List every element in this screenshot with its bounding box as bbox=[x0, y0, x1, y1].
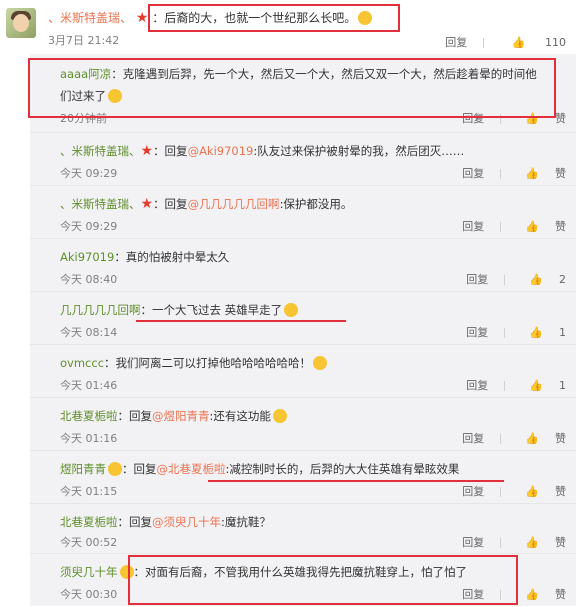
like-count: 赞 bbox=[555, 588, 566, 601]
comment-text: ：我们阿离二可以打掉他哈哈哈哈哈哈！ bbox=[104, 356, 312, 370]
comment-text: ：一个大飞过去 英雄早走了 bbox=[140, 303, 283, 317]
like-count: 1 bbox=[559, 326, 566, 339]
username[interactable]: ovmccc bbox=[60, 356, 104, 370]
reply-button[interactable]: 回复 bbox=[466, 379, 488, 392]
timestamp: 今天 08:40 bbox=[60, 273, 118, 286]
comment-text: ：回复 bbox=[122, 462, 157, 476]
like-icon[interactable]: 👍 bbox=[525, 536, 539, 549]
username[interactable]: Aki97019 bbox=[60, 250, 114, 264]
reply-button[interactable]: 回复 bbox=[462, 432, 484, 445]
like-count: 赞 bbox=[555, 485, 566, 498]
like-icon[interactable]: 👍 bbox=[529, 379, 543, 392]
username[interactable]: 、米斯特盖瑞、 bbox=[60, 197, 141, 211]
like-count: 110 bbox=[545, 36, 566, 49]
like-icon[interactable]: 👍 bbox=[525, 485, 539, 498]
star-icon: ★ bbox=[140, 143, 154, 159]
highlight-box bbox=[28, 58, 556, 118]
avatar[interactable] bbox=[6, 8, 36, 38]
highlight-underline bbox=[208, 480, 504, 482]
like-count: 1 bbox=[559, 379, 566, 392]
comment-text-cont: :魔抗鞋？ bbox=[221, 515, 271, 529]
timestamp: 今天 08:14 bbox=[60, 326, 118, 339]
username[interactable]: 、米斯特盖瑞、 bbox=[48, 11, 132, 25]
like-count: 赞 bbox=[555, 536, 566, 549]
comment-text-cont: :队友过来保护被射晕的我，然后团灭…… bbox=[253, 144, 465, 158]
mention-link[interactable]: @煜阳青青 bbox=[152, 409, 210, 423]
highlight-box bbox=[128, 555, 518, 605]
mention-link[interactable]: @须臾几十年 bbox=[152, 515, 221, 529]
like-icon[interactable]: 👍 bbox=[525, 432, 539, 445]
like-count: 赞 bbox=[555, 112, 566, 125]
action-bar: 回复 👍 110 bbox=[429, 34, 566, 50]
username[interactable]: 北巷夏栀啦 bbox=[60, 515, 118, 529]
like-icon[interactable]: 👍 bbox=[525, 167, 539, 180]
like-icon[interactable]: 👍 bbox=[525, 588, 539, 601]
emoji-icon bbox=[108, 462, 122, 476]
timestamp: 今天 00:52 bbox=[60, 536, 118, 549]
mention-link[interactable]: @北巷夏栀啦 bbox=[157, 462, 226, 476]
timestamp: 今天 01:16 bbox=[60, 432, 118, 445]
mention-link[interactable]: @Aki97019 bbox=[188, 144, 254, 158]
list-item: 、米斯特盖瑞、★：回复@几几几几几回啊:保护都没用。 今天 09:29 回复 👍 赞 bbox=[30, 185, 576, 239]
mention-link[interactable]: @几几几几几回啊 bbox=[188, 197, 280, 211]
reply-button[interactable]: 回复 bbox=[462, 167, 484, 180]
highlight-underline bbox=[136, 320, 346, 322]
username[interactable]: 煜阳青青 bbox=[60, 462, 106, 476]
comment-text-cont: :减控制时长的，后羿的大大住英雄有晕眩效果 bbox=[225, 462, 460, 476]
comment-text: ：真的怕被射中晕太久 bbox=[114, 250, 230, 264]
username[interactable]: 须臾几十年 bbox=[60, 565, 118, 579]
list-item: 煜阳青青 ：回复@北巷夏栀啦:减控制时长的，后羿的大大住英雄有晕眩效果 今天 01… bbox=[30, 450, 576, 504]
list-item: 几几几几几回啊：一个大飞过去 英雄早走了 今天 08:14 回复 👍 1 bbox=[30, 291, 576, 345]
timestamp: 3月7日 21:42 bbox=[48, 34, 120, 47]
timestamp: 今天 00:30 bbox=[60, 588, 118, 601]
star-icon: ★ bbox=[135, 10, 149, 26]
list-item: Aki97019：真的怕被射中晕太久 今天 08:40 回复 👍 2 bbox=[30, 238, 576, 292]
list-item: ovmccc：我们阿离二可以打掉他哈哈哈哈哈哈！ 今天 01:46 回复 👍 1 bbox=[30, 344, 576, 398]
emoji-icon bbox=[313, 356, 328, 370]
like-icon[interactable]: 👍 bbox=[512, 36, 526, 49]
reply-button[interactable]: 回复 bbox=[466, 326, 488, 339]
comment-text: ：回复 bbox=[117, 409, 153, 423]
timestamp: 今天 09:29 bbox=[60, 220, 118, 233]
list-item: 北巷夏栀啦：回复@煜阳青青:还有这功能 今天 01:16 回复 👍 赞 bbox=[30, 397, 576, 451]
reply-button[interactable]: 回复 bbox=[445, 36, 467, 49]
username[interactable]: 、米斯特盖瑞、 bbox=[60, 144, 141, 158]
emoji-icon bbox=[284, 303, 299, 317]
reply-button[interactable]: 回复 bbox=[462, 220, 484, 233]
highlight-box bbox=[148, 4, 400, 32]
reply-button[interactable]: 回复 bbox=[462, 536, 484, 549]
timestamp: 今天 01:46 bbox=[60, 379, 118, 392]
like-count: 2 bbox=[559, 273, 566, 286]
reply-button[interactable]: 回复 bbox=[466, 273, 488, 286]
comment-text-cont: :保护都没用。 bbox=[279, 197, 353, 211]
like-count: 赞 bbox=[555, 432, 566, 445]
comment-text: ：回复 bbox=[153, 197, 188, 211]
username[interactable]: 北巷夏栀啦 bbox=[60, 409, 118, 423]
timestamp: 今天 09:29 bbox=[60, 167, 118, 180]
list-item: 、米斯特盖瑞、★：回复@Aki97019:队友过来保护被射晕的我，然后团灭…… … bbox=[30, 132, 576, 186]
comment-text: ：回复 bbox=[117, 515, 153, 529]
like-icon[interactable]: 👍 bbox=[525, 220, 539, 233]
reply-button[interactable]: 回复 bbox=[462, 485, 484, 498]
comment-text-cont: :还有这功能 bbox=[209, 409, 271, 423]
like-count: 赞 bbox=[555, 167, 566, 180]
like-icon[interactable]: 👍 bbox=[529, 326, 543, 339]
like-icon[interactable]: 👍 bbox=[529, 273, 543, 286]
username[interactable]: 几几几几几回啊 bbox=[60, 303, 141, 317]
like-count: 赞 bbox=[555, 220, 566, 233]
star-icon: ★ bbox=[140, 196, 154, 212]
timestamp: 今天 01:15 bbox=[60, 485, 118, 498]
list-item: 北巷夏栀啦：回复@须臾几十年:魔抗鞋？ 今天 00:52 回复 👍 赞 bbox=[30, 503, 576, 554]
emoji-icon bbox=[272, 409, 287, 423]
comment-text: ：回复 bbox=[153, 144, 188, 158]
